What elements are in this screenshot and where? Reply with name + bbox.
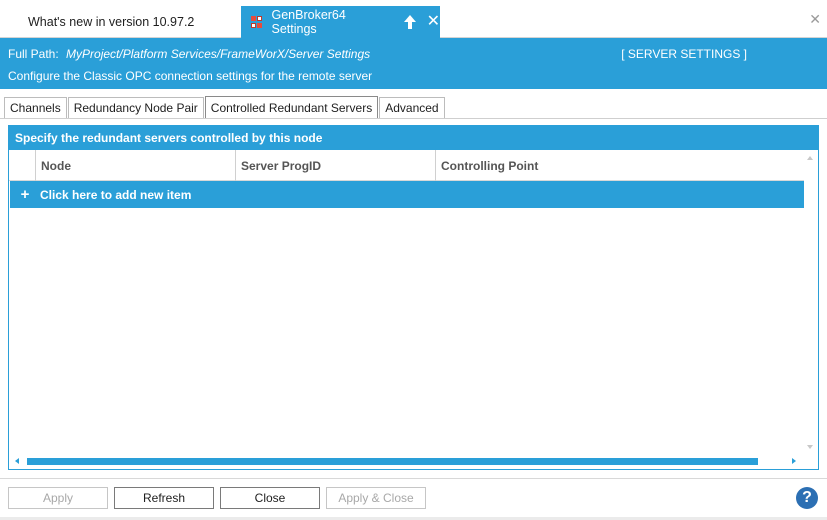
scroll-right-icon[interactable] <box>792 458 796 464</box>
redundant-servers-panel: Specify the redundant servers controlled… <box>8 125 819 470</box>
page-description: Configure the Classic OPC connection set… <box>8 69 373 83</box>
close-icon[interactable]: ✕ <box>427 14 440 30</box>
column-header-server-progid[interactable]: Server ProgID <box>235 150 435 181</box>
tab-whats-new[interactable]: What's new in version 10.97.2 <box>0 6 240 38</box>
scroll-left-icon[interactable] <box>15 458 19 464</box>
footer-divider <box>0 478 827 479</box>
grid-header: Node Server ProgID Controlling Point <box>9 150 804 181</box>
full-path-label: Full Path: <box>8 47 59 61</box>
tab-genbroker-settings[interactable]: GenBroker64 Settings ✕ <box>241 6 440 38</box>
tab-whats-new-label: What's new in version 10.97.2 <box>28 15 195 29</box>
tab-channels[interactable]: Channels <box>4 97 67 118</box>
tabs-divider <box>0 118 827 119</box>
header-band: Full Path: MyProject/Platform Services/F… <box>0 38 827 89</box>
column-header-controlling-point[interactable]: Controlling Point <box>435 150 804 181</box>
section-tag: [ SERVER SETTINGS ] <box>621 47 747 61</box>
apply-and-close-button[interactable]: Apply & Close <box>326 487 426 509</box>
panel-title: Specify the redundant servers controlled… <box>9 126 818 150</box>
settings-tabs: Channels Redundancy Node Pair Controlled… <box>4 96 446 118</box>
vertical-scrollbar[interactable] <box>804 150 818 455</box>
refresh-button[interactable]: Refresh <box>114 487 214 509</box>
column-header-node[interactable]: Node <box>35 150 235 181</box>
genbroker-app-icon <box>251 16 263 28</box>
close-button[interactable]: Close <box>220 487 320 509</box>
pin-icon[interactable] <box>403 15 417 29</box>
apply-button[interactable]: Apply <box>8 487 108 509</box>
horizontal-scroll-thumb[interactable] <box>27 458 758 465</box>
tab-genbroker-settings-label: GenBroker64 Settings <box>271 8 346 36</box>
full-path: Full Path: MyProject/Platform Services/F… <box>8 47 370 61</box>
add-new-item-label: Click here to add new item <box>40 187 192 202</box>
scroll-down-icon[interactable] <box>807 445 813 449</box>
help-icon[interactable]: ? <box>796 487 818 509</box>
horizontal-scrollbar[interactable] <box>9 453 818 469</box>
tab-redundancy-node-pair[interactable]: Redundancy Node Pair <box>67 97 204 118</box>
document-tab-strip: What's new in version 10.97.2 GenBroker6… <box>0 0 827 38</box>
tab-controlled-redundant-servers[interactable]: Controlled Redundant Servers <box>204 96 379 118</box>
tab-advanced[interactable]: Advanced <box>379 97 445 118</box>
window-close-icon[interactable]: ✕ <box>809 12 821 26</box>
scroll-up-icon[interactable] <box>807 156 813 160</box>
add-new-item-row[interactable]: + Click here to add new item <box>10 181 804 208</box>
plus-icon: + <box>20 186 30 203</box>
full-path-value: MyProject/Platform Services/FrameWorX/Se… <box>66 47 371 61</box>
